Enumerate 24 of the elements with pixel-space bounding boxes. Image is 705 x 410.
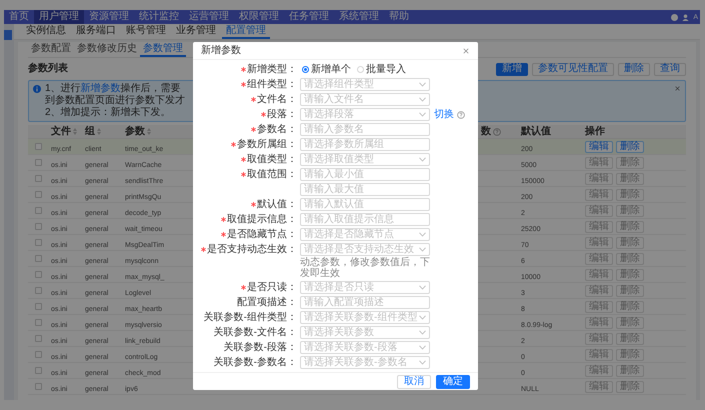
section-title: 参数列表 <box>28 64 68 74</box>
column-header: 默认值 <box>521 126 551 136</box>
field-label: 新增类型： <box>247 64 297 74</box>
field-label: 参数名： <box>257 124 297 134</box>
column-header: 文件 <box>51 126 71 136</box>
field-label: 取值类型： <box>247 154 297 164</box>
alert-text: 2、增加提示：新增未下发。 <box>45 107 172 119</box>
column-header: 参数 <box>125 126 145 136</box>
field-label: 关联参数-段落： <box>224 342 297 352</box>
field-label: 文件名： <box>257 94 297 104</box>
column-header: 组 <box>85 126 95 136</box>
field-label: 关联参数-组件类型： <box>204 312 297 322</box>
field-label: 取值提示信息： <box>227 214 297 224</box>
column-header: 操作 <box>585 126 605 136</box>
alert-text: 1、进行新增参数操作后，需要到参数配置页面进行参数下发才 <box>45 83 186 106</box>
field-label: 取值范围： <box>247 170 297 180</box>
field-label: 关联参数-参数名： <box>214 358 297 368</box>
field-label: 配置项描述： <box>237 298 297 308</box>
field-label: 参数所属组： <box>237 140 297 150</box>
dialog-title: 新增参数 <box>201 46 241 56</box>
field-label: 是否只读： <box>247 282 297 292</box>
column-header: 数 <box>481 126 491 136</box>
field-label: 段落： <box>267 110 297 120</box>
field-label: 组件类型： <box>247 80 297 90</box>
